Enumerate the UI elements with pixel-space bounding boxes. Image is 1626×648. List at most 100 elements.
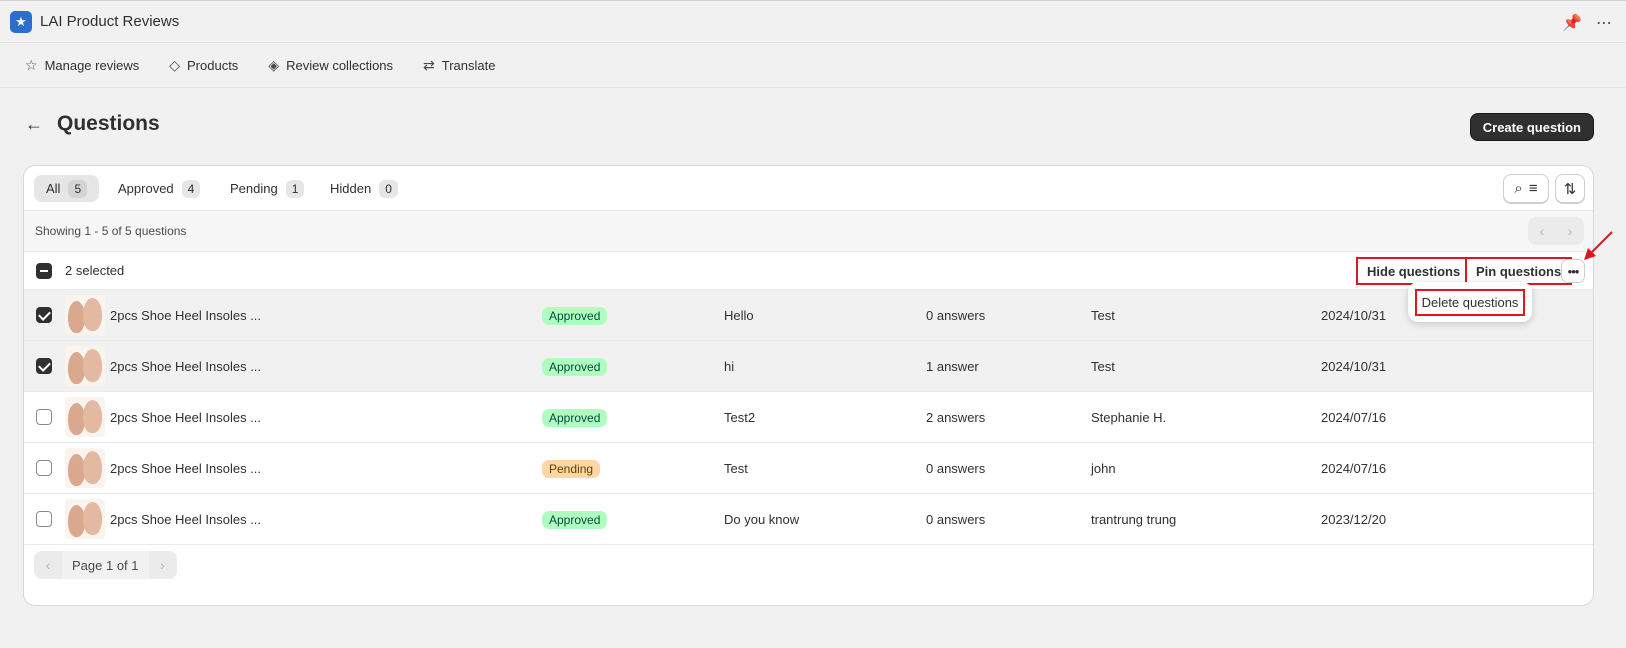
selected-count: 2 selected xyxy=(65,263,125,278)
create-question-button[interactable]: Create question xyxy=(1469,113,1594,141)
row-checkbox[interactable] xyxy=(36,409,52,425)
status-cell: Pending xyxy=(542,459,601,478)
question-date: 2024/10/31 xyxy=(1321,307,1387,323)
app-title: LAI Product Reviews xyxy=(40,13,180,30)
select-all-checkbox[interactable] xyxy=(36,262,52,279)
question-text: Do you know xyxy=(724,511,800,527)
sort-icon: ⇅ xyxy=(1563,180,1577,198)
tab-label: Approved xyxy=(118,181,174,196)
question-date: 2023/12/20 xyxy=(1321,511,1387,527)
product-name[interactable]: 2pcs Shoe Heel Insoles ... xyxy=(110,359,261,374)
row-checkbox[interactable] xyxy=(36,511,52,527)
tab-count: 1 xyxy=(285,179,305,198)
chevron-right-icon[interactable]: › xyxy=(149,557,177,573)
pin-questions-button[interactable]: Pin questions xyxy=(1465,257,1573,285)
status-badge: Approved xyxy=(542,408,608,427)
product-name[interactable]: 2pcs Shoe Heel Insoles ... xyxy=(110,308,261,323)
annotation-arrow-icon xyxy=(1584,231,1613,260)
tab-count: 4 xyxy=(181,179,201,198)
bulk-actions-bar: 2 selected Hide questions Pin questions … xyxy=(24,252,1593,290)
status-cell: Approved xyxy=(542,510,608,529)
search-icon: ⌕ xyxy=(1514,180,1523,197)
row-checkbox[interactable] xyxy=(36,460,52,476)
question-text: hi xyxy=(724,358,735,374)
answer-count: 0 answers xyxy=(926,460,986,476)
tab-label: Hidden xyxy=(330,181,372,196)
status-cell: Approved xyxy=(542,306,608,325)
question-text: Hello xyxy=(724,307,754,323)
tab-pending[interactable]: Pending 1 xyxy=(218,175,316,202)
status-badge: Approved xyxy=(542,510,608,529)
nav-translate[interactable]: ⇄ Translate xyxy=(423,57,495,74)
pin-icon[interactable]: 📌 xyxy=(1562,13,1582,33)
tab-hidden[interactable]: Hidden 0 xyxy=(318,175,410,202)
answer-count: 2 answers xyxy=(926,409,986,425)
app-nav: ☆ Manage reviews ◇ Products ◈ Review col… xyxy=(0,44,1626,88)
product-name[interactable]: 2pcs Shoe Heel Insoles ... xyxy=(110,512,261,527)
author-name: Stephanie H. xyxy=(1091,409,1167,425)
question-date: 2024/07/16 xyxy=(1321,409,1387,425)
status-cell: Approved xyxy=(542,408,608,427)
nav-label: Translate xyxy=(441,58,496,73)
more-horizontal-icon[interactable]: ⋯ xyxy=(1596,13,1612,33)
translate-icon: ⇄ xyxy=(423,57,435,73)
collection-tag-icon: ◈ xyxy=(268,57,280,73)
table-row[interactable]: 2pcs Shoe Heel Insoles ... Approved Hell… xyxy=(24,290,1593,341)
product-name[interactable]: 2pcs Shoe Heel Insoles ... xyxy=(110,410,261,425)
row-checkbox[interactable] xyxy=(36,358,52,374)
more-actions-menu: Delete questions xyxy=(1408,282,1532,322)
hide-questions-button[interactable]: Hide questions xyxy=(1356,257,1472,285)
mini-pagination: ‹ › xyxy=(1528,217,1584,245)
app-topbar: ★ LAI Product Reviews 📌 ⋯ xyxy=(0,0,1626,43)
nav-label: Manage reviews xyxy=(44,58,140,73)
row-checkbox[interactable] xyxy=(36,307,52,323)
star-icon: ☆ xyxy=(25,57,38,73)
tab-label: All xyxy=(46,181,61,196)
answer-count: 0 answers xyxy=(926,307,986,323)
nav-label: Products xyxy=(187,58,239,73)
sort-button[interactable]: ⇅ xyxy=(1555,174,1585,203)
tab-count: 0 xyxy=(379,179,398,198)
product-thumbnail xyxy=(65,295,105,335)
question-date: 2024/07/16 xyxy=(1321,460,1387,476)
search-filter-button[interactable]: ⌕ ≡ xyxy=(1503,174,1549,203)
questions-card: All 5 Approved 4 Pending 1 Hidden 0 ⌕ ≡ … xyxy=(23,165,1594,606)
table-row[interactable]: 2pcs Shoe Heel Insoles ... Approved Do y… xyxy=(24,494,1593,545)
nav-review-collections[interactable]: ◈ Review collections xyxy=(268,57,393,74)
product-thumbnail xyxy=(65,448,105,488)
tab-count: 5 xyxy=(68,179,88,198)
question-text: Test2 xyxy=(724,409,756,425)
status-badge: Pending xyxy=(542,459,601,478)
results-summary: Showing 1 - 5 of 5 questions ‹ › xyxy=(24,211,1593,252)
author-name: Test xyxy=(1091,307,1115,323)
status-badge: Approved xyxy=(542,357,608,376)
status-badge: Approved xyxy=(542,306,608,325)
nav-label: Review collections xyxy=(286,58,394,73)
answer-count: 0 answers xyxy=(926,511,986,527)
pagination: ‹ Page 1 of 1 › xyxy=(34,551,177,579)
product-name[interactable]: 2pcs Shoe Heel Insoles ... xyxy=(110,461,261,476)
chevron-right-icon[interactable]: › xyxy=(1568,223,1573,239)
question-date: 2024/10/31 xyxy=(1321,358,1387,374)
page-header: ← Questions xyxy=(25,112,160,136)
delete-questions-item[interactable]: Delete questions xyxy=(1414,288,1526,316)
product-thumbnail xyxy=(65,397,105,437)
nav-manage-reviews[interactable]: ☆ Manage reviews xyxy=(25,57,139,74)
nav-products[interactable]: ◇ Products xyxy=(169,57,238,74)
table-row[interactable]: 2pcs Shoe Heel Insoles ... Pending Test … xyxy=(24,443,1593,494)
tag-icon: ◇ xyxy=(169,57,180,73)
chevron-left-icon[interactable]: ‹ xyxy=(1540,223,1545,239)
table-row[interactable]: 2pcs Shoe Heel Insoles ... Approved Test… xyxy=(24,392,1593,443)
author-name: john xyxy=(1091,460,1116,476)
filter-tabs: All 5 Approved 4 Pending 1 Hidden 0 ⌕ ≡ … xyxy=(24,166,1593,211)
table-row[interactable]: 2pcs Shoe Heel Insoles ... Approved hi 1… xyxy=(24,341,1593,392)
tab-approved[interactable]: Approved 4 xyxy=(106,175,212,202)
author-name: Test xyxy=(1091,358,1115,374)
product-thumbnail xyxy=(65,499,105,539)
tab-all[interactable]: All 5 xyxy=(34,175,100,202)
page-title: Questions xyxy=(57,112,160,135)
arrow-left-icon[interactable]: ← xyxy=(25,114,43,135)
showing-text: Showing 1 - 5 of 5 questions xyxy=(35,224,187,238)
question-text: Test xyxy=(724,460,748,476)
chevron-left-icon[interactable]: ‹ xyxy=(34,557,62,573)
